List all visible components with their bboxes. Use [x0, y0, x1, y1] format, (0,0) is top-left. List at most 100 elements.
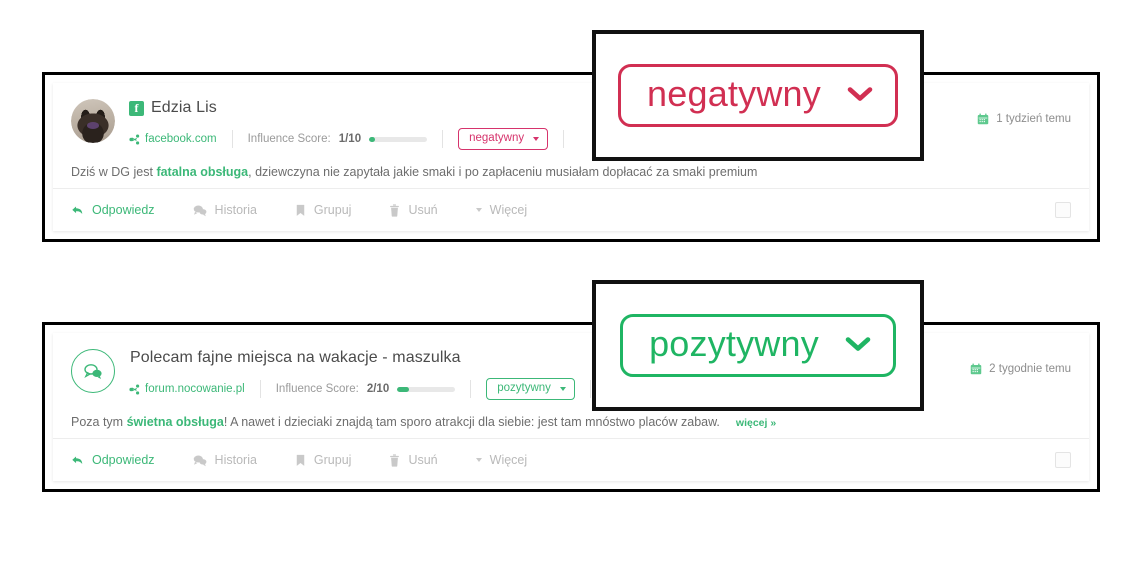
action-reply-label-2: Odpowiedz	[92, 453, 155, 467]
date-label-1: 1 tydzień temu	[996, 113, 1071, 125]
source-link-1[interactable]: facebook.com	[129, 133, 217, 145]
action-delete-2[interactable]: Usuń	[389, 453, 438, 467]
share-icon	[129, 133, 140, 145]
mention-actions-1: Odpowiedz Historia Grupuj Usuń Więcej	[53, 188, 1089, 231]
sentiment-dropdown-zoomed-positive[interactable]: pozytywny	[620, 314, 896, 377]
mention-snippet-2: Poza tym świetna obsługa! A nawet i dzie…	[71, 414, 1071, 432]
influence-value-2: 2/10	[366, 383, 390, 395]
magnifier-callout-positive: pozytywny	[592, 280, 924, 411]
action-group-1[interactable]: Grupuj	[295, 203, 352, 217]
meta-divider	[563, 130, 565, 148]
snippet-expand-link-2[interactable]: więcej »	[736, 417, 776, 429]
source-label-2: forum.nocowanie.pl	[145, 383, 245, 395]
action-group-2[interactable]: Grupuj	[295, 453, 352, 467]
caret-down-icon	[475, 458, 482, 462]
influence-cell-1: Influence Score: 1/10	[233, 128, 443, 150]
share-icon	[129, 383, 140, 395]
mention-card-body-2: Polecam fajne miejsca na wakacje - maszu…	[53, 333, 1089, 438]
influence-bar-fill-2	[397, 386, 409, 392]
action-more-label-2: Więcej	[489, 453, 528, 467]
meta-divider	[589, 380, 591, 398]
influence-bar-1	[369, 136, 428, 142]
snippet-pre-2: Poza tym	[71, 415, 127, 429]
chevron-down-icon	[847, 86, 873, 102]
action-history-label-2: Historia	[214, 453, 257, 467]
sentiment-label-2: pozytywny	[497, 382, 551, 395]
source-link-2[interactable]: forum.nocowanie.pl	[129, 383, 245, 395]
mention-card-frame-2: Polecam fajne miejsca na wakacje - maszu…	[42, 322, 1100, 492]
avatar-photo-cat	[71, 99, 115, 143]
influence-label-1: Influence Score:	[247, 133, 331, 145]
mention-card-1[interactable]: f Edzia Lis facebook.com Influence Score…	[53, 83, 1089, 231]
facebook-icon: f	[129, 100, 144, 116]
source-cell-2[interactable]: forum.nocowanie.pl	[129, 378, 260, 400]
sentiment-label-zoomed-negative: negatywny	[647, 73, 821, 114]
source-cell-1[interactable]: facebook.com	[129, 128, 232, 150]
history-icon	[193, 454, 207, 467]
snippet-post-2: ! A nawet i dzieciaki znajdą tam sporo a…	[223, 415, 720, 429]
date-cell-2: 2 tygodnie temu	[970, 363, 1071, 375]
action-history-1[interactable]: Historia	[193, 203, 257, 217]
select-mention-checkbox-2[interactable]	[1055, 452, 1071, 468]
sentiment-cell-1[interactable]: negatywny	[443, 128, 563, 150]
action-history-label-1: Historia	[214, 203, 257, 217]
influence-label-2: Influence Score:	[275, 383, 359, 395]
action-delete-label-2: Usuń	[408, 453, 438, 467]
snippet-pre-1: Dziś w DG jest	[71, 165, 157, 179]
influence-score-2: Influence Score: 2/10	[276, 383, 456, 395]
avatar	[71, 349, 115, 393]
action-more-label-1: Więcej	[489, 203, 528, 217]
select-mention-checkbox-1[interactable]	[1055, 202, 1071, 218]
snippet-highlight-1: fatalna obsługa	[156, 165, 249, 179]
author-name[interactable]: Edzia Lis	[151, 99, 217, 117]
magnifier-callout-negative: negatywny	[592, 30, 924, 161]
date-label-2: 2 tygodnie temu	[989, 363, 1071, 375]
caret-down-icon	[475, 208, 482, 212]
sentiment-dropdown-1[interactable]: negatywny	[458, 128, 549, 150]
action-reply-label-1: Odpowiedz	[92, 203, 155, 217]
bookmark-icon	[295, 204, 306, 217]
sentiment-label-zoomed-positive: pozytywny	[649, 323, 819, 364]
chevron-down-icon	[533, 137, 540, 141]
action-reply-2[interactable]: Odpowiedz	[71, 453, 155, 467]
calendar-icon	[977, 113, 989, 125]
reply-icon	[71, 204, 84, 217]
bookmark-icon	[295, 454, 306, 467]
history-icon	[193, 204, 207, 217]
mention-actions-2: Odpowiedz Historia Grupuj Usuń Więcej	[53, 438, 1089, 481]
influence-value-1: 1/10	[338, 133, 362, 145]
mention-card-2[interactable]: Polecam fajne miejsca na wakacje - maszu…	[53, 333, 1089, 481]
sentiment-dropdown-2[interactable]: pozytywny	[486, 378, 575, 400]
action-reply-1[interactable]: Odpowiedz	[71, 203, 155, 217]
snippet-highlight-2: świetna obsługa	[126, 415, 224, 429]
action-group-label-2: Grupuj	[313, 453, 352, 467]
influence-bar-2	[397, 386, 456, 392]
calendar-icon	[970, 363, 982, 375]
sentiment-cell-2[interactable]: pozytywny	[471, 378, 590, 400]
mention-snippet-1: Dziś w DG jest fatalna obsługa, dziewczy…	[71, 164, 1071, 182]
mention-card-body-1: f Edzia Lis facebook.com Influence Score…	[53, 83, 1089, 188]
source-label-1: facebook.com	[145, 133, 217, 145]
action-delete-1[interactable]: Usuń	[389, 203, 438, 217]
action-history-2[interactable]: Historia	[193, 453, 257, 467]
speech-bubbles-icon	[82, 361, 104, 381]
action-more-2[interactable]: Więcej	[475, 453, 528, 467]
chevron-down-icon	[559, 387, 566, 391]
thread-title[interactable]: Polecam fajne miejsca na wakacje - maszu…	[129, 349, 461, 367]
chevron-down-icon	[845, 336, 871, 352]
trash-icon	[389, 203, 400, 217]
reply-icon	[71, 454, 84, 467]
snippet-post-1: , dziewczyna nie zapytała jakie smaki i …	[248, 165, 758, 179]
trash-icon	[389, 453, 400, 467]
influence-bar-fill-1	[369, 136, 375, 142]
sentiment-dropdown-zoomed-negative[interactable]: negatywny	[618, 64, 898, 127]
sentiment-label-1: negatywny	[469, 132, 525, 145]
influence-score-1: Influence Score: 1/10	[248, 133, 428, 145]
action-group-label-1: Grupuj	[313, 203, 352, 217]
date-cell-1: 1 tydzień temu	[977, 113, 1071, 125]
influence-cell-2: Influence Score: 2/10	[261, 378, 471, 400]
mention-card-frame-1: f Edzia Lis facebook.com Influence Score…	[42, 72, 1100, 242]
avatar	[71, 99, 115, 143]
action-more-1[interactable]: Więcej	[475, 203, 528, 217]
action-delete-label-1: Usuń	[408, 203, 438, 217]
